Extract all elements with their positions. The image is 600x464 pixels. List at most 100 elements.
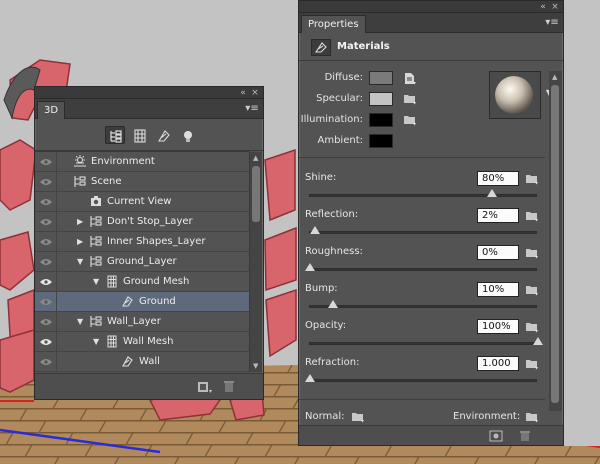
- slider-value-input[interactable]: 0%: [477, 245, 519, 260]
- slider-value-input[interactable]: 100%: [477, 319, 519, 334]
- new-3d-object-icon[interactable]: [197, 380, 213, 394]
- tree-row[interactable]: Environment: [35, 152, 249, 172]
- slider-label: Opacity:: [305, 320, 347, 331]
- texture-folder-icon[interactable]: [525, 321, 539, 333]
- slider-value-input[interactable]: 1.000: [477, 356, 519, 371]
- panel-menu-icon[interactable]: ▾≡: [545, 17, 559, 29]
- color-swatch[interactable]: [369, 92, 393, 106]
- tree-row[interactable]: ▼ Ground Mesh: [35, 272, 249, 292]
- slider-track[interactable]: [309, 189, 537, 197]
- slider-value-input[interactable]: 80%: [477, 171, 519, 186]
- close-icon[interactable]: ×: [549, 1, 561, 13]
- expand-arrow-down-icon[interactable]: ▼: [93, 277, 101, 286]
- scroll-down-icon[interactable]: ▼: [253, 362, 258, 370]
- slider-thumb[interactable]: [305, 374, 315, 382]
- tree-row[interactable]: Wall: [35, 352, 249, 372]
- color-swatch[interactable]: [369, 71, 393, 85]
- visibility-eye-icon[interactable]: [35, 212, 57, 231]
- scene-icon: [89, 315, 103, 328]
- visibility-eye-icon[interactable]: [35, 292, 57, 311]
- delete-icon[interactable]: [519, 430, 531, 445]
- texture-folder-icon[interactable]: [525, 358, 539, 370]
- slider-track[interactable]: [309, 337, 543, 345]
- normal-folder-icon[interactable]: [351, 411, 365, 423]
- visibility-eye-icon[interactable]: [35, 312, 57, 331]
- slider-value-input[interactable]: 2%: [477, 208, 519, 223]
- delete-icon[interactable]: [223, 380, 237, 394]
- tree-row[interactable]: ▼ Wall_Layer: [35, 312, 249, 332]
- tree-item-label: Don't Stop_Layer: [107, 216, 193, 227]
- lights-filter-icon[interactable]: [177, 126, 197, 144]
- slider-track[interactable]: [305, 374, 537, 382]
- panel-menu-icon[interactable]: ▾≡: [245, 103, 259, 115]
- expand-arrow-right-icon[interactable]: ▶: [77, 217, 85, 226]
- expand-arrow-down-icon[interactable]: ▼: [77, 257, 85, 266]
- texture-page-icon[interactable]: [403, 72, 417, 85]
- slider-track[interactable]: [305, 263, 537, 271]
- collapse-icon[interactable]: «: [537, 1, 549, 13]
- scroll-up-icon[interactable]: ▲: [552, 73, 557, 81]
- close-icon[interactable]: ×: [249, 87, 261, 99]
- materials-icon: [311, 39, 331, 56]
- mesh-icon: [105, 275, 119, 288]
- expand-arrow-right-icon[interactable]: ▶: [77, 237, 85, 246]
- tree-row[interactable]: Scene: [35, 172, 249, 192]
- scroll-up-icon[interactable]: ▲: [253, 154, 258, 162]
- slider-track[interactable]: [309, 226, 537, 234]
- visibility-eye-icon[interactable]: [35, 172, 57, 191]
- visibility-eye-icon[interactable]: [35, 272, 57, 291]
- color-swatch[interactable]: [369, 113, 393, 127]
- slider-thumb[interactable]: [309, 226, 320, 234]
- swatch-label: Specular:: [316, 93, 363, 104]
- tree-item-label: Ground_Layer: [107, 256, 177, 267]
- properties-scrollbar-thumb[interactable]: [551, 85, 559, 403]
- slider-value-input[interactable]: 10%: [477, 282, 519, 297]
- visibility-eye-icon[interactable]: [35, 352, 57, 371]
- panel-3d: « × 3D ▾≡ Environment Scene Current View ▶ D…: [34, 86, 264, 400]
- expand-arrow-down-icon[interactable]: ▼: [93, 337, 101, 346]
- tab-properties[interactable]: Properties: [301, 15, 366, 33]
- folder-icon[interactable]: [403, 93, 417, 105]
- tree-item-label: Wall_Layer: [107, 316, 161, 327]
- color-swatch[interactable]: [369, 134, 393, 148]
- texture-folder-icon[interactable]: [525, 210, 539, 222]
- slider-thumb[interactable]: [533, 337, 543, 345]
- texture-folder-icon[interactable]: [525, 284, 539, 296]
- tree-row[interactable]: ▶ Inner Shapes_Layer: [35, 232, 249, 252]
- material-preview-picker[interactable]: ▼: [489, 71, 552, 119]
- tree-scrollbar[interactable]: ▲ ▼: [249, 152, 262, 372]
- properties-scrollbar[interactable]: ▲: [549, 71, 562, 411]
- slider-label: Refraction:: [305, 357, 360, 368]
- tree-row[interactable]: Current View: [35, 192, 249, 212]
- tree-row[interactable]: ▼ Wall Mesh: [35, 332, 249, 352]
- slider-thumb[interactable]: [305, 263, 315, 271]
- save-preset-icon[interactable]: [489, 430, 503, 445]
- tab-3d[interactable]: 3D: [37, 101, 66, 119]
- collapse-icon[interactable]: «: [237, 87, 249, 99]
- slider-track[interactable]: [309, 300, 537, 308]
- meshes-filter-icon[interactable]: [129, 126, 149, 144]
- visibility-eye-icon[interactable]: [35, 252, 57, 271]
- materials-filter-icon[interactable]: [153, 126, 173, 144]
- slider-thumb[interactable]: [327, 300, 338, 308]
- expand-arrow-down-icon[interactable]: ▼: [77, 317, 85, 326]
- environment-folder-icon[interactable]: [525, 411, 539, 423]
- scene-icon: [73, 175, 87, 188]
- environment-icon: [73, 155, 87, 168]
- whole-scene-filter-icon[interactable]: [105, 126, 125, 144]
- texture-folder-icon[interactable]: [525, 173, 539, 185]
- texture-folder-icon[interactable]: [525, 247, 539, 259]
- visibility-eye-icon[interactable]: [35, 332, 57, 351]
- scene-icon: [89, 235, 103, 248]
- tree-row[interactable]: Ground: [35, 292, 249, 312]
- slider-thumb[interactable]: [487, 189, 498, 197]
- folder-icon[interactable]: [403, 114, 417, 126]
- tree-row[interactable]: ▼ Ground_Layer: [35, 252, 249, 272]
- visibility-eye-icon[interactable]: [35, 192, 57, 211]
- visibility-eye-icon[interactable]: [35, 152, 57, 171]
- tree-row[interactable]: ▶ Don't Stop_Layer: [35, 212, 249, 232]
- mesh-icon: [105, 335, 119, 348]
- visibility-eye-icon[interactable]: [35, 232, 57, 251]
- section-separator: [299, 399, 545, 400]
- tree-scrollbar-thumb[interactable]: [252, 166, 260, 222]
